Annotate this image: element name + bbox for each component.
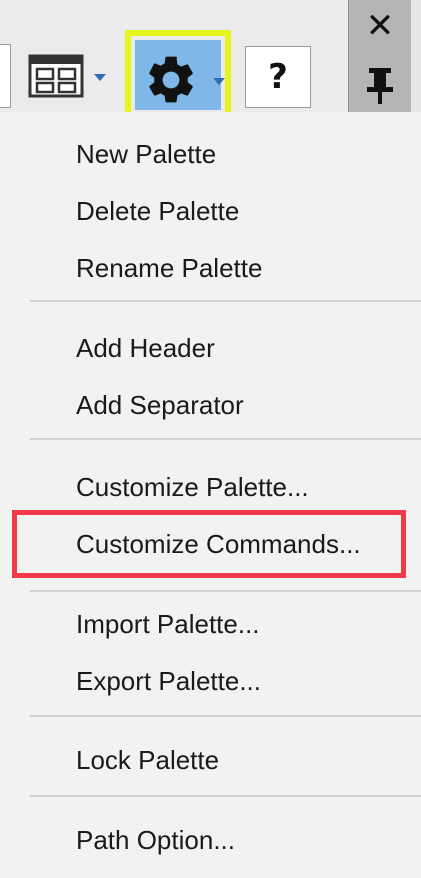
close-button[interactable]: ✕ <box>349 4 411 48</box>
pin-icon[interactable] <box>364 66 396 106</box>
menu-separator <box>30 795 421 797</box>
palette-settings-button[interactable] <box>125 30 231 120</box>
menu-item-path-option[interactable]: Path Option... <box>0 812 421 868</box>
menu-item-lock-palette[interactable]: Lock Palette <box>0 732 421 788</box>
menu-separator <box>30 438 421 440</box>
menu-item-label: Add Header <box>76 333 215 363</box>
menu-item-import-palette[interactable]: Import Palette... <box>0 596 421 652</box>
settings-button-face <box>135 40 225 110</box>
toolbar-left-edge <box>0 44 11 108</box>
menu-separator <box>30 590 421 592</box>
highlight-annotation-box <box>12 510 406 578</box>
menu-item-add-separator[interactable]: Add Separator <box>0 377 421 433</box>
menu-item-export-palette[interactable]: Export Palette... <box>0 653 421 709</box>
menu-separator <box>30 715 421 717</box>
menu-item-label: Rename Palette <box>76 253 263 283</box>
menu-item-customize-palette[interactable]: Customize Palette... <box>0 459 421 515</box>
toolbar-right-edge <box>411 0 421 112</box>
menu-item-label: New Palette <box>76 139 217 169</box>
palette-layout-button[interactable] <box>24 50 120 106</box>
menu-item-rename-palette[interactable]: Rename Palette <box>0 240 421 296</box>
menu-item-label: Add Separator <box>76 390 244 420</box>
gear-icon <box>149 56 193 103</box>
menu-item-label: Path Option... <box>76 825 235 855</box>
chevron-down-icon <box>94 74 106 81</box>
palette-layout-icon <box>28 54 84 98</box>
menu-separator <box>30 300 421 302</box>
menu-item-label: Export Palette... <box>76 666 261 696</box>
menu-item-new-palette[interactable]: New Palette <box>0 126 421 182</box>
help-button[interactable]: ? <box>245 46 311 108</box>
menu-item-label: Delete Palette <box>76 196 240 226</box>
palette-title-strip: ✕ <box>348 0 412 112</box>
menu-item-label: Lock Palette <box>76 745 220 775</box>
menu-item-delete-palette[interactable]: Delete Palette <box>0 183 421 239</box>
palette-options-menu: New Palette Delete Palette Rename Palett… <box>0 112 421 878</box>
menu-item-label: Customize Palette... <box>76 472 309 502</box>
menu-item-label: Import Palette... <box>76 609 260 639</box>
chevron-down-icon <box>213 78 225 85</box>
menu-item-add-header[interactable]: Add Header <box>0 320 421 376</box>
palette-toolbar: ? ✕ <box>0 0 421 120</box>
